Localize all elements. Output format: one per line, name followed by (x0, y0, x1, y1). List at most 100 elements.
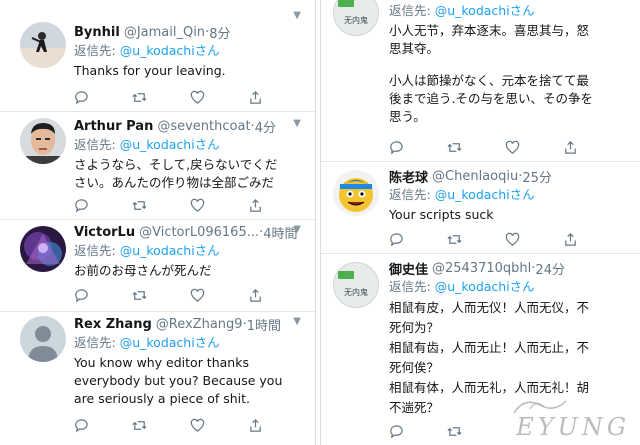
tweet-line: You know why editor thanks (74, 355, 249, 370)
tweet-reply[interactable]: Rex Zhang @RexZhang9 · 1時間 ▼ 返信先: @u_kod… (0, 312, 315, 445)
mention-link[interactable]: @u_kodachiさん (120, 335, 220, 350)
tweet-line: 思う。 (389, 109, 426, 124)
retweet-icon[interactable] (447, 232, 505, 247)
tweet-line: 小人无节，弃本逐末。喜思其与，怒 (389, 23, 590, 38)
retweet-icon[interactable] (132, 198, 190, 213)
reply-icon[interactable] (389, 140, 447, 155)
share-icon[interactable] (248, 288, 306, 303)
caret-down-icon[interactable]: ▼ (293, 10, 301, 21)
timestamp[interactable]: 8分 (209, 23, 230, 42)
tweet-text: さようなら、そして,戻らないでくだ さい。あんたの作り物は全部ごみだ (74, 156, 301, 192)
caret-down-icon[interactable]: ▼ (293, 118, 301, 129)
user-handle[interactable]: @Jamail_Qin (124, 25, 205, 40)
reply-icon[interactable] (74, 418, 132, 433)
timestamp[interactable]: 4分 (255, 117, 276, 136)
badge-avatar[interactable]: 无内鬼 (333, 262, 379, 308)
reply-prefix: 返信先: (74, 335, 116, 350)
display-name[interactable]: Bynhil (74, 25, 120, 40)
timestamp[interactable]: 1時間 (247, 315, 281, 334)
tweet-reply[interactable]: 无内鬼 返信先: @u_kodachiさん 小人无节，弃本逐末。喜思其与，怒 思… (321, 0, 640, 162)
tweet-line: Thanks for your leaving. (74, 63, 226, 78)
like-icon[interactable] (505, 232, 563, 247)
tweet-line: Your scripts suck (389, 207, 494, 222)
badge-avatar[interactable]: 无内鬼 (333, 0, 379, 36)
badge-label: 无内鬼 (344, 287, 368, 297)
tweet-text: You know why editor thanks everybody but… (74, 354, 301, 408)
like-icon[interactable] (190, 90, 248, 105)
tweet-line: さい。あんたの作り物は全部ごみだ (74, 175, 275, 190)
reply-context: 返信先: @u_kodachiさん (74, 242, 301, 260)
user-handle[interactable]: @Chenlaoqiu (432, 169, 518, 184)
caret-down-icon[interactable]: ▼ (293, 224, 301, 235)
tweet-line: everybody but you? Because you (74, 373, 283, 388)
user-handle[interactable]: @2543710qbhl (432, 261, 531, 276)
reply-context: 返信先: @u_kodachiさん (389, 278, 632, 296)
mention-link[interactable]: @u_kodachiさん (120, 243, 220, 258)
share-icon[interactable] (248, 90, 306, 105)
reply-icon[interactable] (74, 90, 132, 105)
timestamp[interactable]: 24分 (535, 259, 565, 278)
display-name[interactable]: Rex Zhang (74, 317, 152, 332)
reply-prefix: 返信先: (74, 243, 116, 258)
user-handle[interactable]: @VictorL096165... (139, 225, 259, 240)
retweet-icon[interactable] (447, 424, 505, 439)
reply-context: 返信先: @u_kodachiさん (389, 186, 632, 204)
display-name[interactable]: Arthur Pan (74, 119, 153, 134)
tweet-text: Thanks for your leaving. (74, 62, 301, 80)
reply-prefix: 返信先: (74, 43, 116, 58)
mention-link[interactable]: @u_kodachiさん (120, 137, 220, 152)
badge-label: 无内鬼 (344, 15, 368, 25)
tweet-reply[interactable]: Arthur Pan @seventhcoat · 4分 ▼ 返信先: @u_k… (0, 112, 315, 220)
tweet-line: 思其夺。 (389, 41, 440, 56)
user-handle[interactable]: @RexZhang9 (156, 317, 243, 332)
reply-icon[interactable] (389, 424, 447, 439)
caret-down-icon[interactable]: ▼ (293, 316, 301, 327)
share-icon[interactable] (248, 418, 306, 433)
share-icon[interactable] (563, 232, 621, 247)
share-icon[interactable] (563, 140, 621, 155)
user-handle[interactable]: @seventhcoat (157, 119, 250, 134)
avatar[interactable] (20, 316, 66, 362)
reply-icon[interactable] (74, 288, 132, 303)
avatar[interactable] (20, 118, 66, 164)
retweet-icon[interactable] (447, 140, 505, 155)
like-icon[interactable] (190, 418, 248, 433)
tweet-reply[interactable]: 陈老球 @Chenlaoqiu · 25分 返信先: @u_kodachiさん … (321, 162, 640, 254)
tweet-line: 死何为？ (389, 320, 440, 335)
mention-link[interactable]: @u_kodachiさん (435, 187, 535, 202)
tweet-text: 小人无节，弃本逐末。喜思其与，怒 思其夺。 小人は節操がなく、元本を捨てて最 後… (389, 22, 632, 126)
reply-icon[interactable] (74, 198, 132, 213)
tweet-line: 相鼠有齿，人而无止！人而无止，不 (389, 340, 590, 355)
tweet-reply[interactable]: Bynhil @Jamail_Qin · 8分 ▼ 返信先: @u_kodach… (0, 0, 315, 112)
like-icon[interactable] (505, 140, 563, 155)
display-name[interactable]: 御史佳 (389, 259, 428, 278)
left-timeline-panel: Bynhil @Jamail_Qin · 8分 ▼ 返信先: @u_kodach… (0, 0, 316, 445)
like-icon[interactable] (190, 288, 248, 303)
retweet-icon[interactable] (132, 418, 190, 433)
retweet-icon[interactable] (132, 288, 190, 303)
tweet-reply[interactable]: VictorLu @VictorL096165... · 4時間 ▼ 返信先: … (0, 220, 315, 312)
watermark-text: EYUNG (516, 413, 630, 441)
share-icon[interactable] (248, 198, 306, 213)
like-icon[interactable] (190, 198, 248, 213)
watermark-logo: EYUNG (500, 395, 630, 441)
tweet-line: 相鼠有皮，人而无仪！人而无仪，不 (389, 300, 590, 315)
reply-icon[interactable] (389, 232, 447, 247)
mention-link[interactable]: @u_kodachiさん (435, 3, 535, 18)
tweet-line: are seriously a piece of shit. (74, 391, 251, 406)
timestamp[interactable]: 25分 (522, 167, 552, 186)
reply-context: 返信先: @u_kodachiさん (389, 2, 632, 20)
avatar[interactable] (20, 226, 66, 272)
mention-link[interactable]: @u_kodachiさん (435, 279, 535, 294)
avatar[interactable] (333, 170, 379, 216)
display-name[interactable]: VictorLu (74, 225, 135, 240)
avatar[interactable] (20, 22, 66, 68)
reply-prefix: 返信先: (389, 3, 431, 18)
reply-context: 返信先: @u_kodachiさん (74, 334, 301, 352)
display-name[interactable]: 陈老球 (389, 167, 428, 186)
retweet-icon[interactable] (132, 90, 190, 105)
tweet-line: 小人は節操がなく、元本を捨てて最 (389, 73, 590, 88)
tweet-line: お前のお母さんが死んだ (74, 263, 212, 278)
mention-link[interactable]: @u_kodachiさん (120, 43, 220, 58)
tweet-line: 死何俟？ (389, 360, 440, 375)
